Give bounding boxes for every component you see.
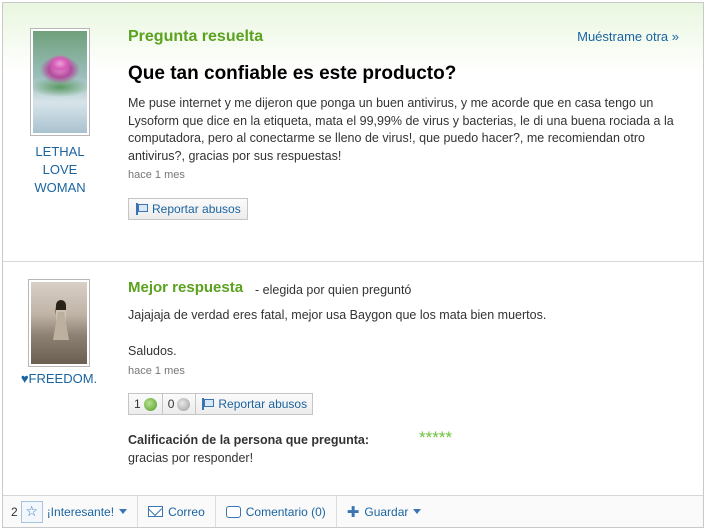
mail-button[interactable]: Correo: [138, 496, 216, 527]
answerer-avatar[interactable]: [28, 279, 90, 367]
asker-name-line3: WOMAN: [34, 180, 86, 195]
plus-icon: ✚: [346, 503, 360, 521]
interesting-label: ¡Interesante!: [46, 504, 115, 519]
asker-name[interactable]: LETHAL LOVE WOMAN: [23, 143, 97, 197]
chevron-down-icon: [413, 509, 422, 514]
asker-name-line2: LOVE: [42, 162, 78, 177]
rating-stars: *****: [419, 428, 453, 447]
action-bar: 2 ☆ ¡Interesante! Correo Comentario (0) …: [3, 495, 703, 527]
thumbs-down-button[interactable]: 0: [163, 394, 197, 414]
answer-body-line2: Saludos.: [128, 344, 177, 358]
flag-icon: [201, 398, 214, 410]
answer-report-abuse-button[interactable]: Reportar abusos: [196, 394, 312, 414]
asker-rating-label: Calificación de la persona que pregunta:: [128, 433, 370, 447]
vote-box: 1 0 Reportar abusos: [128, 393, 314, 415]
thumbs-down-count: 0: [167, 397, 175, 411]
section-divider: [3, 261, 703, 262]
chevron-down-icon: [119, 509, 128, 514]
report-abuse-button[interactable]: Reportar abusos: [128, 198, 248, 220]
lotus-image: [33, 31, 87, 133]
resolved-question-heading: Pregunta resuelta: [128, 28, 264, 45]
beach-image: [31, 282, 87, 364]
answer-body-line1: Jajajaja de verdad eres fatal, mejor usa…: [128, 308, 547, 322]
rating-comment: gracias por responder!: [128, 451, 254, 465]
save-button[interactable]: ✚ Guardar: [337, 496, 432, 527]
question-body: Me puse internet y me dijeron que ponga …: [128, 96, 674, 163]
question-title: Que tan confiable es este producto?: [128, 63, 457, 84]
answer-time: hace 1 mes: [128, 365, 185, 377]
answer-report-abuse-label: Reportar abusos: [218, 397, 308, 411]
thumbs-down-icon: [177, 397, 191, 411]
save-label: Guardar: [364, 504, 409, 519]
star-icon: ☆: [20, 500, 43, 523]
chosen-by-asker-note: - elegida por quien preguntó: [255, 283, 412, 297]
answerer-name[interactable]: ♥FREEDOM.: [11, 370, 107, 388]
comment-icon: [225, 505, 241, 518]
mail-icon: [148, 506, 164, 517]
mail-label: Correo: [168, 504, 205, 519]
thumbs-up-button[interactable]: 1: [129, 394, 163, 414]
flag-icon: [135, 203, 148, 215]
show-another-link[interactable]: Muéstrame otra »: [577, 29, 679, 44]
interesting-count: 2: [11, 504, 18, 519]
thumbs-up-icon: [143, 397, 157, 411]
asker-avatar[interactable]: [30, 28, 90, 136]
comment-label: Comentario (0): [245, 504, 326, 519]
report-abuse-label: Reportar abusos: [152, 202, 241, 216]
question-time: hace 1 mes: [128, 169, 185, 181]
person-figure: [56, 300, 66, 340]
question-section: LETHAL LOVE WOMAN Pregunta resuelta Mués…: [3, 3, 703, 261]
thumbs-up-count: 1: [134, 397, 141, 411]
asker-name-line1: LETHAL: [35, 144, 85, 159]
best-answer-heading: Mejor respuesta: [128, 279, 244, 296]
comment-button[interactable]: Comentario (0): [216, 496, 337, 527]
qa-panel: LETHAL LOVE WOMAN Pregunta resuelta Mués…: [2, 2, 704, 528]
interesting-button[interactable]: 2 ☆ ¡Interesante!: [3, 496, 139, 527]
